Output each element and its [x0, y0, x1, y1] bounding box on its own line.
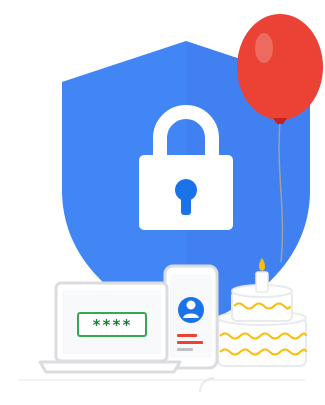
phone-text-line	[177, 348, 193, 351]
password-mask-text: ****	[92, 316, 132, 334]
candle	[255, 271, 269, 293]
laptop-icon: ****	[38, 281, 182, 374]
phone-icon	[163, 264, 219, 370]
avatar	[178, 297, 204, 323]
security-checkup-illustration: ****	[18, 14, 323, 393]
ground-line	[18, 377, 305, 393]
phone-text-line	[177, 341, 203, 344]
password-field: ****	[77, 312, 147, 337]
phone-text-line	[177, 334, 197, 337]
